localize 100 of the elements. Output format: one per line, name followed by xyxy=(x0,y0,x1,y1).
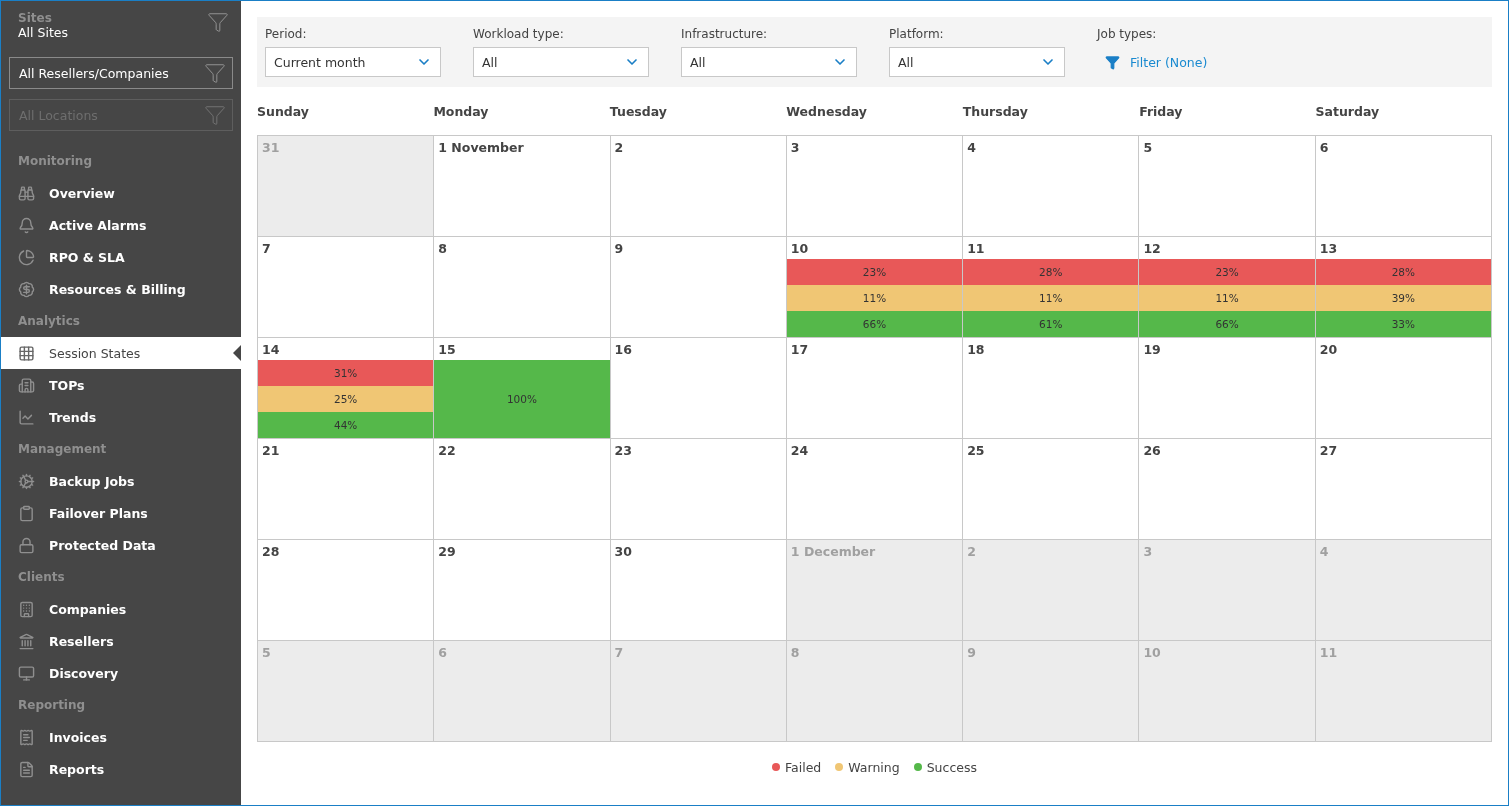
weekday-header: Tuesday xyxy=(609,103,668,119)
day-number: 11 xyxy=(966,240,986,258)
legend-label: Success xyxy=(926,759,977,775)
status-bar-segment: 66% xyxy=(786,311,963,337)
nav-item[interactable]: Invoices xyxy=(1,721,241,753)
day-number: 16 xyxy=(613,341,633,359)
weekday-header: Wednesday xyxy=(786,103,868,119)
status-bar-segment: 39% xyxy=(1315,285,1491,311)
day-number: 6 xyxy=(1318,139,1330,157)
filter-label: Job types: xyxy=(1097,27,1158,41)
day-number: 30 xyxy=(613,543,633,561)
day-number: 3 xyxy=(789,139,801,157)
day-number: 31 xyxy=(261,139,281,157)
filter-icon[interactable] xyxy=(207,11,229,33)
dropdown[interactable]: All xyxy=(681,47,857,77)
day-number: 22 xyxy=(437,442,457,460)
legend-label: Warning xyxy=(848,759,900,775)
sites-label: Sites xyxy=(18,11,53,25)
bell-icon xyxy=(18,216,35,234)
dropdown[interactable]: All xyxy=(889,47,1065,77)
monitor-icon xyxy=(18,664,35,682)
nav-item[interactable]: Protected Data xyxy=(1,529,241,561)
nav-item[interactable]: TOPs xyxy=(1,369,241,401)
section-heading: Reporting xyxy=(17,697,87,714)
day-number: 4 xyxy=(966,139,977,157)
day-number: 18 xyxy=(966,341,986,359)
lock-icon xyxy=(18,536,35,554)
selection-notch xyxy=(233,345,241,361)
day-number: 7 xyxy=(613,644,625,662)
dropdown[interactable]: All xyxy=(473,47,649,77)
line-chart-icon xyxy=(18,408,35,426)
filter-icon xyxy=(204,104,226,126)
day-number: 8 xyxy=(437,240,448,258)
day-number: 9 xyxy=(966,644,977,662)
nav-item[interactable]: Overview xyxy=(1,177,241,209)
day-number: 29 xyxy=(437,543,457,561)
day-number: 25 xyxy=(966,442,986,460)
day-number: 20 xyxy=(1318,341,1339,359)
dropdown[interactable]: Current month xyxy=(265,47,441,77)
status-bar-segment: 11% xyxy=(1139,285,1315,311)
filter-label: Infrastructure: xyxy=(681,27,769,41)
status-bar-segment: 28% xyxy=(963,259,1139,285)
binoculars-icon xyxy=(18,184,35,202)
nav-item[interactable]: Trends xyxy=(1,401,241,433)
section-heading: Analytics xyxy=(17,313,81,330)
nav-item[interactable]: Resources & Billing xyxy=(1,273,241,305)
nav-item[interactable]: Backup Jobs xyxy=(1,465,241,497)
status-bar-segment: 11% xyxy=(786,285,963,311)
receipt-icon xyxy=(18,728,35,746)
status-bar-segment: 23% xyxy=(1139,259,1315,285)
status-bar-segment: 33% xyxy=(1315,311,1491,337)
nav-item[interactable]: Reports xyxy=(1,753,241,785)
day-number: 27 xyxy=(1318,442,1339,460)
nav-item[interactable]: Companies xyxy=(1,593,241,625)
nav-item[interactable]: Resellers xyxy=(1,625,241,657)
section-heading: Monitoring xyxy=(17,153,93,170)
grid-icon xyxy=(18,344,35,362)
day-number: 10 xyxy=(789,240,810,258)
filter-icon xyxy=(1105,54,1120,70)
filter-link[interactable]: Filter (None) xyxy=(1097,47,1273,77)
day-number: 13 xyxy=(1318,240,1339,258)
filter-label: Period: xyxy=(265,27,308,41)
filter-field[interactable]: All Resellers/Companies xyxy=(9,57,233,89)
day-number: 15 xyxy=(437,341,457,359)
nav-item[interactable]: Discovery xyxy=(1,657,241,689)
day-number: 10 xyxy=(1142,644,1162,662)
day-number: 6 xyxy=(437,644,448,662)
day-number: 26 xyxy=(1142,442,1162,460)
filter-label: Workload type: xyxy=(473,27,565,41)
day-number: 4 xyxy=(1318,543,1330,561)
nav-item[interactable]: Session States xyxy=(1,337,241,369)
day-number: 1 November xyxy=(437,139,525,157)
day-number: 19 xyxy=(1142,341,1162,359)
section-heading: Clients xyxy=(17,569,66,586)
document-icon xyxy=(18,760,35,778)
day-number: 23 xyxy=(613,442,633,460)
nav-item[interactable]: Failover Plans xyxy=(1,497,241,529)
sites-value[interactable]: All Sites xyxy=(18,25,68,41)
bank-icon xyxy=(18,632,35,650)
gear-icon xyxy=(18,472,35,490)
status-bar-segment: 28% xyxy=(1315,259,1491,285)
nav-item[interactable]: RPO & SLA xyxy=(1,241,241,273)
status-bar-segment: 44% xyxy=(258,412,434,438)
day-number: 1 December xyxy=(789,543,877,561)
weekday-header: Thursday xyxy=(962,103,1029,119)
building-icon xyxy=(18,376,35,394)
day-number: 5 xyxy=(1142,139,1154,157)
day-number: 11 xyxy=(1318,644,1339,662)
day-number: 28 xyxy=(261,543,281,561)
day-number: 17 xyxy=(789,341,810,359)
nav-item[interactable]: Active Alarms xyxy=(1,209,241,241)
building-icon xyxy=(18,600,35,618)
weekday-header: Friday xyxy=(1139,103,1184,119)
day-number: 7 xyxy=(261,240,272,258)
status-bar-segment: 23% xyxy=(786,259,963,285)
status-bar-segment: 61% xyxy=(963,311,1139,337)
weekday-header: Monday xyxy=(433,103,490,119)
legend-label: Failed xyxy=(785,759,822,775)
weekday-header: Saturday xyxy=(1315,103,1381,119)
status-bar-segment: 25% xyxy=(258,386,434,412)
